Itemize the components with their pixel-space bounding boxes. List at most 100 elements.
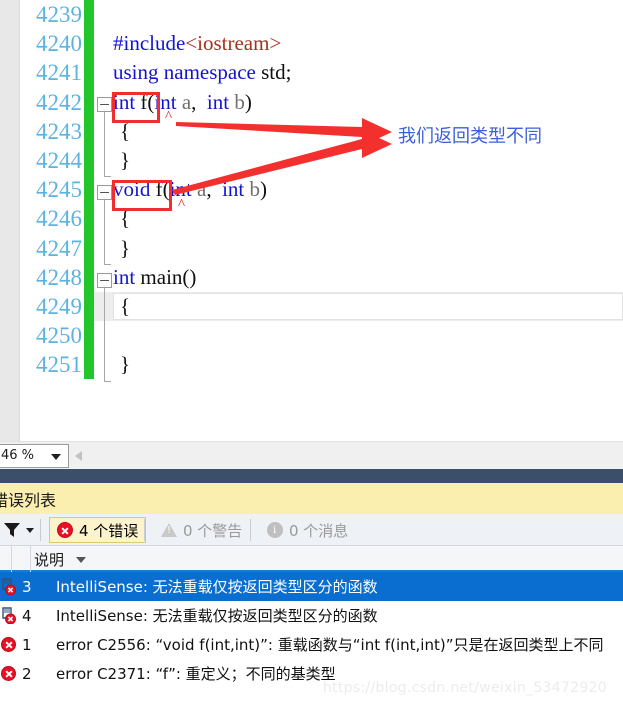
code-line[interactable]: 4241 using namespace std; (0, 58, 623, 88)
code-line[interactable]: 4247} (0, 233, 623, 263)
hscroll-left-button[interactable] (70, 442, 90, 470)
sort-caret-icon[interactable] (76, 557, 86, 563)
outline-guide-3-end (104, 381, 111, 382)
error-list-row[interactable]: 4 IntelliSense: 无法重载仅按返回类型区分的函数 (0, 601, 623, 630)
collapse-toggle-4242[interactable] (97, 97, 112, 112)
code-text[interactable]: } (120, 146, 130, 175)
outline-guide-2-end (104, 264, 111, 265)
error-list-row[interactable]: 3 IntelliSense: 无法重载仅按返回类型区分的函数 (0, 572, 623, 601)
line-number: 4250 (36, 323, 82, 349)
collapse-toggle-4248[interactable] (97, 273, 112, 288)
annotation-text: 我们返回类型不同 (398, 126, 542, 147)
code-token: <iostream> (185, 31, 282, 56)
line-number: 4245 (36, 177, 82, 203)
panel-top-divider (0, 469, 623, 483)
outline-guide-3 (104, 288, 105, 381)
code-text[interactable]: } (120, 234, 130, 263)
code-line[interactable]: 4246{ (0, 204, 623, 234)
toolbar-separator-3 (250, 519, 251, 541)
change-indicator-bar (84, 291, 94, 322)
code-token: , (191, 89, 207, 114)
change-indicator-bar (84, 87, 94, 117)
error-circle-icon (1, 665, 16, 681)
error-row-number: 4 (22, 606, 32, 625)
change-indicator-bar (84, 29, 94, 59)
code-token: ) (260, 177, 268, 202)
code-line[interactable]: 4250 (0, 321, 623, 351)
zoom-level-value: 46 % (1, 448, 35, 463)
line-number: 4247 (36, 235, 82, 261)
toolbar-separator-1 (40, 519, 41, 541)
code-token: #include (113, 31, 186, 56)
current-line-box (113, 292, 623, 320)
filter-dropdown-caret-icon[interactable] (26, 528, 34, 533)
code-line[interactable]: 4239 (0, 0, 623, 30)
error-list-panel: 错误列表 4 个错误 0 个警告 0 个消息 (0, 469, 623, 708)
outline-guide-1 (104, 112, 105, 176)
filter-funnel-icon[interactable] (4, 523, 20, 537)
code-text[interactable]: { (120, 292, 130, 321)
error-row-number: 3 (22, 577, 32, 596)
error-icon (0, 635, 22, 655)
error-row-description: error C2556: “void f(int,int)”: 重载函数与“in… (56, 636, 604, 654)
outline-guide-2 (104, 200, 105, 264)
error-list-title-bar: 错误列表 (0, 483, 623, 514)
code-token: } (120, 235, 131, 260)
code-token: { (120, 293, 131, 318)
code-text[interactable]: int main() (113, 263, 196, 292)
line-number: 4239 (36, 2, 82, 27)
code-editor[interactable]: 4239 4240 #include<iostream> 4241 using name… (0, 0, 623, 441)
errors-filter-button[interactable]: 4 个错误 (49, 517, 147, 543)
code-token: using namespace (113, 60, 262, 85)
code-line[interactable]: 4248 int main() (0, 262, 623, 292)
error-list-toolbar: 4 个错误 0 个警告 0 个消息 (0, 514, 623, 546)
change-indicator-bar (84, 175, 94, 205)
line-number: 4240 (36, 31, 82, 57)
code-line[interactable]: 4245 void f(int a, int b) (0, 175, 623, 205)
line-number: 4243 (36, 118, 82, 144)
warnings-filter-button[interactable]: 0 个警告 (154, 517, 249, 543)
code-token: b (249, 177, 261, 202)
code-line-list[interactable]: 4239 4240 #include<iostream> 4241 using name… (0, 0, 623, 380)
column-header-description[interactable]: 说明 (34, 549, 64, 570)
error-list-rows[interactable]: 3 IntelliSense: 无法重载仅按返回类型区分的函数 4 IntelliSe… (0, 572, 623, 688)
change-indicator-bar (84, 233, 94, 263)
line-number: 4244 (36, 147, 82, 173)
error-circle-icon (1, 636, 16, 652)
code-token: } (120, 147, 131, 172)
code-line[interactable]: 4251} (0, 350, 623, 380)
change-indicator-bar (84, 262, 94, 292)
change-indicator-bar (84, 321, 94, 351)
zoom-level-dropdown[interactable]: 46 % (0, 444, 69, 468)
change-indicator-bar (84, 204, 94, 234)
messages-filter-button[interactable]: 0 个消息 (260, 517, 355, 543)
horizontal-scrollbar[interactable] (90, 442, 623, 470)
code-text[interactable]: } (120, 350, 130, 379)
code-line[interactable]: 4240 #include<iostream> (0, 29, 623, 59)
collapse-toggle-4245[interactable] (97, 185, 112, 200)
code-line[interactable]: 4242 int f(int a, int b) (0, 87, 623, 117)
messages-count-label: 0 个消息 (289, 521, 349, 540)
code-text[interactable]: #include<iostream> (113, 29, 281, 58)
watermark-text: https://blog.csdn.net/weixin_53472920 (322, 680, 607, 696)
code-token: } (120, 352, 131, 377)
outline-guide-1-end (104, 176, 111, 177)
code-token: int (206, 89, 230, 114)
column-divider-2 (30, 546, 31, 572)
line-number: 4251 (36, 352, 82, 378)
code-token: int (222, 177, 245, 202)
error-list-row[interactable]: 1 error C2556: “void f(int,int)”: 重载函数与“i… (0, 630, 623, 659)
change-indicator-bar (84, 350, 94, 380)
error-list-title: 错误列表 (0, 491, 57, 510)
visual-studio-window: 4239 4240 #include<iostream> 4241 using name… (0, 0, 623, 708)
error-squiggle-1: ^ (165, 109, 173, 125)
code-token: a (197, 177, 207, 202)
line-number: 4246 (36, 206, 82, 232)
highlight-box-void-return-type (112, 180, 172, 211)
code-text[interactable]: using namespace std; (113, 58, 291, 87)
error-row-number: 1 (22, 635, 32, 654)
code-line[interactable]: 4244} (0, 145, 623, 176)
change-indicator-bar (84, 0, 94, 30)
code-line[interactable]: 4249 { (0, 291, 623, 322)
errors-count-label: 4 个错误 (79, 521, 139, 540)
